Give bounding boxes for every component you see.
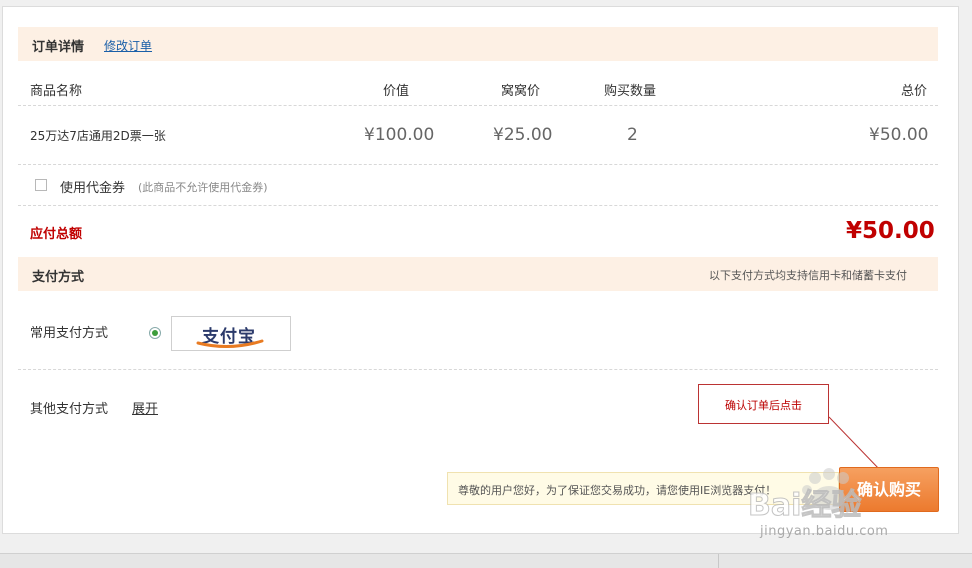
status-bar-divider xyxy=(718,554,719,568)
modify-order-link[interactable]: 修改订单 xyxy=(104,37,152,54)
table-row: 25万达7店通用2D票一张 ¥100.00 ¥25.00 2 ¥50.00 xyxy=(18,106,938,165)
bottom-status-bar xyxy=(0,553,972,568)
watermark-logo: Bai经验 xyxy=(747,488,862,524)
voucher-row: 使用代金券 (此商品不允许使用代金券) xyxy=(18,165,938,206)
payment-method-header: 支付方式 以下支付方式均支持信用卡和储蓄卡支付 xyxy=(18,257,938,291)
common-payment-row: 常用支付方式 支付宝 xyxy=(18,292,938,370)
voucher-note: (此商品不允许使用代金券) xyxy=(138,181,268,194)
other-payment-label: 其他支付方式 xyxy=(30,402,109,417)
product-total: ¥50.00 xyxy=(869,125,929,145)
watermark-url: jingyan.baidu.com xyxy=(760,524,889,539)
product-price: ¥25.00 xyxy=(493,125,553,145)
expand-link[interactable]: 展开 xyxy=(132,398,158,417)
alipay-swoosh-icon xyxy=(196,339,264,349)
product-name: 25万达7店通用2D票一张 xyxy=(30,129,166,143)
voucher-label: 使用代金券 xyxy=(60,181,126,196)
total-label: 应付总额 xyxy=(30,227,83,242)
col-header-value: 价值 xyxy=(383,84,410,99)
order-details-header: 订单详情 修改订单 xyxy=(18,27,938,61)
total-row: 应付总额 ¥50.00 xyxy=(18,206,938,256)
alipay-radio[interactable] xyxy=(149,327,161,339)
total-amount: ¥50.00 xyxy=(846,218,935,244)
col-header-price: 窝窝价 xyxy=(501,84,541,99)
order-details-title: 订单详情 xyxy=(32,40,85,55)
payment-method-note: 以下支付方式均支持信用卡和储蓄卡支付 xyxy=(709,269,907,282)
common-payment-label: 常用支付方式 xyxy=(30,326,109,341)
table-header: 商品名称 价值 窝窝价 购买数量 总价 xyxy=(18,70,938,106)
ie-notice-text: 尊敬的用户您好，为了保证您交易成功，请您使用IE浏览器支付！ xyxy=(458,484,777,497)
alipay-option[interactable]: 支付宝 xyxy=(171,316,291,351)
product-quantity: 2 xyxy=(627,125,638,145)
col-header-quantity: 购买数量 xyxy=(604,84,657,99)
annotation-callout: 确认订单后点击 xyxy=(698,384,829,424)
col-header-total: 总价 xyxy=(901,84,928,99)
product-value: ¥100.00 xyxy=(364,125,435,145)
annotation-text: 确认订单后点击 xyxy=(725,399,802,412)
voucher-checkbox[interactable] xyxy=(35,179,47,191)
payment-method-title: 支付方式 xyxy=(32,270,85,285)
col-header-name: 商品名称 xyxy=(30,84,83,99)
